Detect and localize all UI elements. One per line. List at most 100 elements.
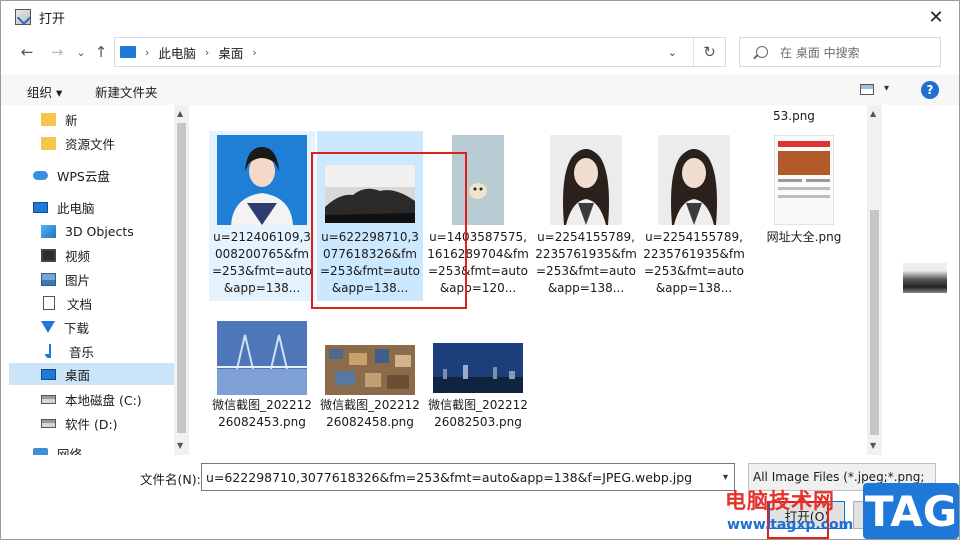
filename-label: 文件名(N): [140, 472, 201, 487]
download-icon [41, 321, 55, 333]
video-icon [41, 248, 56, 262]
file-name: 网址大全.png [766, 230, 842, 244]
highlight-box-selected-file [311, 152, 467, 309]
sidebar-item-downloads[interactable]: 下载 [41, 316, 189, 338]
sidebar-item-label: 本地磁盘 (C:) [65, 392, 142, 408]
chevron-right-icon: › [145, 45, 150, 59]
file-item[interactable]: 微信截图_20221226082458.png [317, 317, 423, 455]
3d-objects-icon [41, 224, 56, 238]
open-dialog-icon [15, 9, 31, 25]
network-icon [33, 448, 48, 455]
city-aerial-thumbnail [325, 345, 415, 395]
file-name: 微信截图_20221226082503.png [428, 398, 528, 429]
recent-locations-chevron-icon[interactable]: ⌄ [71, 42, 91, 62]
search-box[interactable]: 在 桌面 中搜索 [739, 37, 941, 67]
sidebar-item-3d-objects[interactable]: 3D Objects [41, 220, 189, 242]
filename-value[interactable]: u=622298710,3077618326&fm=253&fmt=auto&a… [206, 470, 692, 485]
watermark-url: www.tagxp.com [727, 517, 854, 533]
folder-icon [41, 112, 56, 126]
preview-thumbnail [903, 263, 947, 293]
watermark-logo: TAG [863, 483, 959, 539]
search-icon [756, 46, 768, 58]
breadcrumb-this-pc[interactable]: 此电脑 [158, 43, 196, 62]
sidebar-item-drive-c[interactable]: 本地磁盘 (C:) [41, 388, 189, 410]
window-title: 打开 [39, 11, 66, 27]
sidebar-item-network[interactable]: 网络 [33, 442, 189, 455]
address-dropdown-icon[interactable]: ⌄ [668, 46, 677, 59]
sidebar-item-label: WPS云盘 [57, 168, 110, 184]
sidebar-item-label: 新 [65, 112, 78, 128]
refresh-icon[interactable]: ↻ [693, 38, 725, 66]
folder-icon [41, 136, 56, 150]
computer-icon [120, 46, 136, 58]
watermark-text: 电脑技术网 [725, 488, 835, 513]
file-name-partial[interactable]: 53.png [773, 109, 815, 123]
sidebar-item-music[interactable]: 音乐 [41, 340, 189, 362]
navigation-scrollbar[interactable]: ▲ ▼ [174, 105, 189, 455]
sidebar-item-label: 下载 [64, 320, 90, 336]
sidebar-item-label: 此电脑 [57, 200, 95, 216]
computer-icon [33, 201, 48, 213]
watermark: 电脑技术网 www.tagxp.com TAG [723, 483, 960, 540]
file-item[interactable]: u=2254155789,2235761935&fm=253&fmt=auto&… [533, 131, 639, 301]
sidebar-item-drive-d[interactable]: 软件 (D:) [41, 412, 189, 434]
search-placeholder[interactable]: 在 桌面 中搜索 [780, 44, 860, 61]
file-name: u=212406109,3008200765&fm=253&fmt=auto&a… [212, 230, 312, 295]
webpage-thumbnail [774, 135, 834, 225]
file-list-scrollbar[interactable]: ▲ ▼ [867, 105, 882, 455]
scroll-up-icon[interactable]: ▲ [870, 109, 876, 118]
sidebar-item-pictures[interactable]: 图片 [41, 268, 189, 290]
view-dropdown-icon[interactable]: ▾ [884, 83, 889, 94]
sidebar-item-label: 视频 [65, 248, 91, 264]
sidebar-item-label: 软件 (D:) [65, 416, 118, 432]
sidebar-item-label: 3D Objects [65, 223, 134, 239]
desktop-icon [41, 368, 56, 380]
file-item[interactable]: u=2254155789,2235761935&fm=253&fmt=auto&… [641, 131, 747, 301]
forward-arrow-icon[interactable]: → [47, 42, 67, 62]
sidebar-item-new[interactable]: 新 [41, 108, 189, 130]
sidebar-item-this-pc[interactable]: 此电脑 [33, 196, 189, 218]
pictures-icon [41, 272, 56, 286]
file-name: 微信截图_20221226082453.png [212, 398, 312, 429]
file-name: u=2254155789,2235761935&fm=253&fmt=auto&… [643, 230, 745, 295]
title-bar: 打开 ✕ [1, 1, 959, 33]
address-row: ← → ⌄ ↑ › 此电脑 › 桌面 › ⌄ ↻ 在 桌面 中搜索 [1, 34, 959, 70]
music-icon [45, 344, 51, 358]
back-arrow-icon[interactable]: ← [17, 42, 37, 62]
close-button[interactable]: ✕ [913, 1, 959, 33]
scrollbar-thumb[interactable] [870, 210, 879, 435]
sidebar-item-documents[interactable]: 文档 [43, 292, 189, 314]
bridge-thumbnail [217, 321, 307, 395]
file-item[interactable]: 微信截图_20221226082453.png [209, 317, 315, 455]
sidebar-item-resources[interactable]: 资源文件 [41, 132, 189, 154]
view-mode-icon[interactable] [860, 84, 874, 95]
sidebar-item-label: 音乐 [69, 344, 95, 360]
up-folder-arrow-icon[interactable]: ↑ [91, 42, 111, 62]
file-name: u=2254155789,2235761935&fm=253&fmt=auto&… [535, 230, 637, 295]
scroll-down-icon[interactable]: ▼ [870, 441, 876, 450]
file-item[interactable]: 微信截图_20221226082503.png [425, 317, 531, 455]
filename-input[interactable]: u=622298710,3077618326&fm=253&fmt=auto&a… [201, 463, 735, 491]
organize-menu-button[interactable]: 组织 ▾ [27, 82, 62, 101]
file-item[interactable]: 网址大全.png [751, 131, 857, 301]
address-bar[interactable]: › 此电脑 › 桌面 › ⌄ ↻ [114, 37, 726, 67]
new-folder-button[interactable]: 新建文件夹 [95, 82, 158, 101]
file-name: 微信截图_20221226082458.png [320, 398, 420, 429]
cloud-icon [33, 170, 48, 180]
breadcrumb-desktop[interactable]: 桌面 [218, 43, 243, 62]
sidebar-item-wps-cloud[interactable]: WPS云盘 [33, 164, 189, 186]
chevron-right-icon[interactable]: › [252, 46, 256, 59]
scroll-up-icon[interactable]: ▲ [177, 109, 183, 118]
filename-dropdown-icon[interactable]: ▾ [723, 472, 728, 483]
sidebar-item-desktop[interactable]: 桌面 [9, 363, 175, 385]
sidebar-item-videos[interactable]: 视频 [41, 244, 189, 266]
open-file-dialog: 打开 ✕ ← → ⌄ ↑ › 此电脑 › 桌面 › ⌄ ↻ 在 桌面 中搜索 组… [0, 0, 960, 540]
file-list: 53.png u=212406109,3008200765&fm=253&fmt… [191, 105, 867, 455]
help-icon[interactable]: ? [921, 81, 939, 99]
night-skyline-thumbnail [433, 343, 523, 393]
drive-icon [41, 418, 56, 428]
portrait-gray-thumbnail [658, 135, 730, 225]
file-item[interactable]: u=212406109,3008200765&fm=253&fmt=auto&a… [209, 131, 315, 301]
scrollbar-thumb[interactable] [177, 123, 186, 433]
scroll-down-icon[interactable]: ▼ [177, 441, 183, 450]
